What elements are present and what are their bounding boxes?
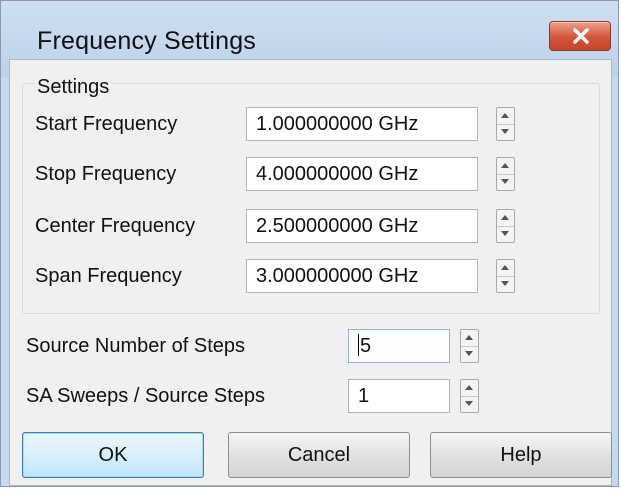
start-frequency-label: Start Frequency [35,113,178,135]
start-frequency-spinner[interactable] [496,107,515,141]
stop-frequency-field[interactable]: 4.000000000 GHz [246,157,478,191]
ok-button[interactable]: OK [22,432,204,478]
spin-up-button[interactable] [497,158,514,175]
start-frequency-field[interactable]: 1.000000000 GHz [246,107,478,141]
settings-group-title: Settings [35,76,112,99]
spin-down-button[interactable] [497,226,514,242]
stop-frequency-spinner[interactable] [496,157,515,191]
arrow-down-icon [465,351,473,356]
arrow-up-icon [501,113,509,118]
spin-down-button[interactable] [497,276,514,292]
span-frequency-field[interactable]: 3.000000000 GHz [246,259,478,293]
spin-up-button[interactable] [497,260,514,277]
frequency-settings-dialog: Frequency Settings Settings Start Freque… [0,0,619,487]
close-icon [573,28,589,44]
source-steps-field[interactable]: 5 [348,329,450,363]
dialog-body: Settings Start Frequency 1.000000000 GHz… [9,59,612,486]
spin-down-button[interactable] [497,124,514,140]
spin-up-button[interactable] [497,108,514,125]
sa-sweeps-label: SA Sweeps / Source Steps [26,385,266,407]
span-frequency-label: Span Frequency [35,265,182,287]
arrow-up-icon [501,265,509,270]
close-button[interactable] [549,21,611,51]
sa-sweeps-field[interactable]: 1 [348,379,450,413]
arrow-up-icon [465,335,473,340]
arrow-up-icon [465,385,473,390]
cancel-button[interactable]: Cancel [228,432,410,478]
spin-down-button[interactable] [461,396,478,412]
arrow-down-icon [501,179,509,184]
source-steps-spinner[interactable] [460,329,479,363]
help-button[interactable]: Help [430,432,612,478]
arrow-down-icon [501,281,509,286]
spin-up-button[interactable] [461,330,478,347]
stop-frequency-label: Stop Frequency [35,163,177,185]
arrow-down-icon [501,231,509,236]
sa-sweeps-spinner[interactable] [460,379,479,413]
arrow-down-icon [501,129,509,134]
arrow-down-icon [465,401,473,406]
spin-up-button[interactable] [497,210,514,227]
spin-up-button[interactable] [461,380,478,397]
text-caret [358,334,359,357]
spin-down-button[interactable] [497,174,514,190]
source-steps-value: 5 [360,335,372,357]
source-steps-label: Source Number of Steps [26,335,245,357]
span-frequency-spinner[interactable] [496,259,515,293]
center-frequency-label: Center Frequency [35,215,196,237]
spin-down-button[interactable] [461,346,478,362]
arrow-up-icon [501,215,509,220]
arrow-up-icon [501,163,509,168]
center-frequency-spinner[interactable] [496,209,515,243]
center-frequency-field[interactable]: 2.500000000 GHz [246,209,478,243]
dialog-title: Frequency Settings [37,27,256,55]
